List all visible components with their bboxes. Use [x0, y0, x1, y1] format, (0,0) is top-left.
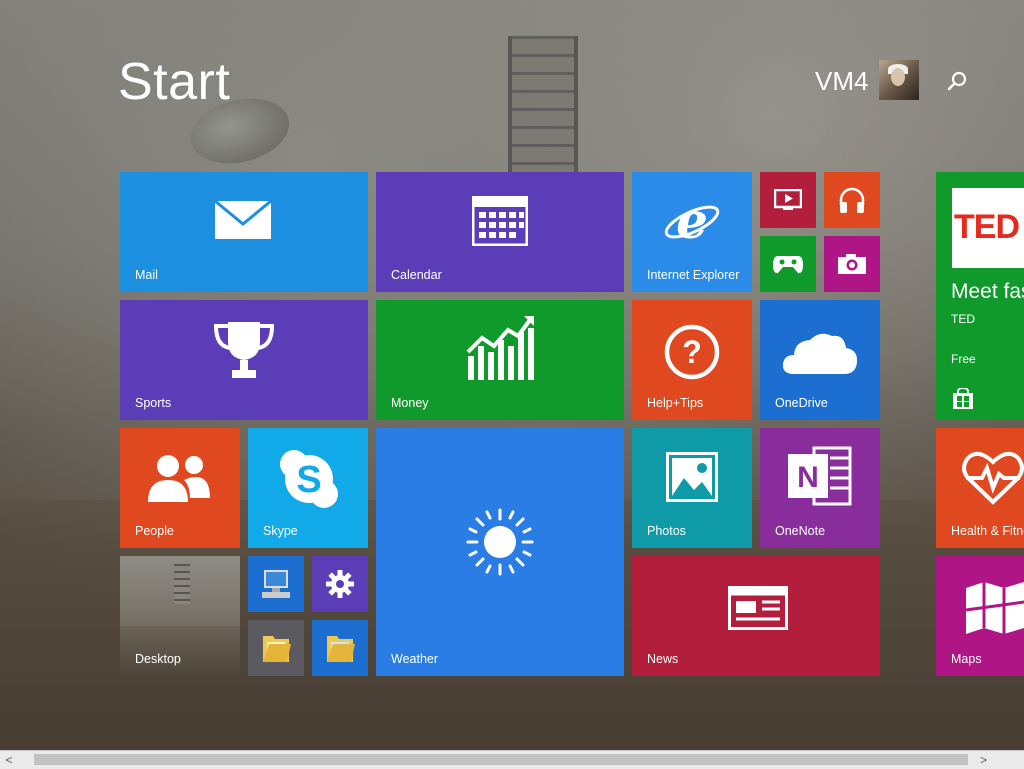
tile-internet-explorer[interactable]: e Internet Explorer — [632, 172, 752, 292]
gear-icon — [326, 570, 354, 603]
mail-icon — [214, 199, 272, 245]
ted-headline: Meet fas — [951, 280, 1024, 303]
tile-help-tips[interactable]: ? Help+Tips — [632, 300, 752, 420]
tile-file-explorer-2[interactable] — [312, 620, 368, 676]
tile-people[interactable]: People — [120, 428, 240, 548]
tile-ted[interactable]: TED Meet fas TED Free — [936, 172, 1024, 420]
desktop-thumbnail — [174, 564, 190, 604]
scroll-left-button[interactable]: < — [0, 751, 18, 769]
onenote-icon: N — [786, 446, 852, 511]
tile-sports[interactable]: Sports — [120, 300, 368, 420]
tile-desktop[interactable]: Desktop — [120, 556, 240, 676]
tile-skype[interactable]: S Skype — [248, 428, 368, 548]
page-title: Start — [118, 53, 231, 111]
tile-mail[interactable]: Mail — [120, 172, 368, 292]
tile-label: Sports — [135, 396, 172, 410]
folder-icon — [325, 632, 355, 669]
heart-icon — [962, 450, 1024, 511]
tile-photos[interactable]: Photos — [632, 428, 752, 548]
ted-logo: TED — [952, 188, 1024, 268]
tile-label: Health & Fitne — [951, 524, 1024, 538]
horizontal-scrollbar[interactable]: < > — [0, 750, 1024, 769]
tile-label: OneDrive — [775, 396, 828, 410]
skype-icon: S — [278, 448, 340, 515]
trophy-icon — [212, 318, 276, 387]
tile-games[interactable] — [760, 236, 816, 292]
internet-explorer-icon: e — [662, 191, 722, 257]
user-name[interactable]: VM4 — [815, 66, 868, 97]
tile-onedrive[interactable]: OneDrive — [760, 300, 880, 420]
svg-text:e: e — [676, 192, 708, 250]
avatar[interactable] — [879, 60, 919, 100]
tile-label: News — [647, 652, 679, 666]
svg-text:N: N — [797, 461, 819, 494]
tile-label: Maps — [951, 652, 982, 666]
tile-news[interactable]: News — [632, 556, 880, 676]
tile-label: OneNote — [775, 524, 826, 538]
camera-icon — [837, 253, 867, 280]
tile-label: Photos — [647, 524, 686, 538]
tile-label: Mail — [135, 268, 158, 282]
tile-label: Help+Tips — [647, 396, 704, 410]
tile-onenote[interactable]: N OneNote — [760, 428, 880, 548]
tile-camera[interactable] — [824, 236, 880, 292]
search-icon[interactable] — [946, 70, 968, 92]
store-icon — [952, 387, 974, 415]
xbox-controller-icon — [772, 253, 804, 280]
tile-weather[interactable]: Weather — [376, 428, 624, 676]
svg-text:?: ? — [682, 334, 702, 370]
tile-file-explorer[interactable] — [248, 620, 304, 676]
tile-this-pc[interactable] — [248, 556, 304, 612]
news-icon — [728, 586, 788, 635]
map-icon — [964, 582, 1024, 639]
desktop-thumbnail-ground — [120, 626, 240, 676]
calendar-icon — [471, 195, 529, 251]
computer-icon — [260, 568, 292, 605]
tile-money[interactable]: Money — [376, 300, 624, 420]
tile-label: Desktop — [135, 652, 181, 666]
cloud-icon — [780, 328, 860, 383]
svg-text:S: S — [296, 459, 321, 501]
ted-publisher: TED — [951, 312, 975, 326]
people-icon — [146, 452, 212, 509]
tile-calendar[interactable]: Calendar — [376, 172, 624, 292]
tile-maps[interactable]: Maps — [936, 556, 1024, 676]
tile-label: Internet Explorer — [647, 268, 740, 282]
photo-icon — [666, 452, 718, 507]
tile-video[interactable] — [760, 172, 816, 228]
tile-music[interactable] — [824, 172, 880, 228]
tile-label: Money — [391, 396, 429, 410]
tile-label: People — [135, 524, 174, 538]
money-chart-icon — [466, 316, 536, 387]
help-icon: ? — [664, 324, 720, 385]
folder-icon — [261, 632, 291, 669]
scroll-thumb[interactable] — [34, 754, 968, 765]
scroll-right-button[interactable]: > — [980, 751, 994, 769]
tile-label: Calendar — [391, 268, 442, 282]
headphones-icon — [837, 185, 867, 220]
video-icon — [773, 188, 803, 216]
tile-pc-settings[interactable] — [312, 556, 368, 612]
sun-icon — [466, 508, 534, 581]
tile-label: Skype — [263, 524, 298, 538]
background-tower — [508, 36, 578, 176]
ted-price: Free — [951, 352, 976, 366]
tile-label: Weather — [391, 652, 439, 666]
tile-health-fitness[interactable]: Health & Fitne — [936, 428, 1024, 548]
